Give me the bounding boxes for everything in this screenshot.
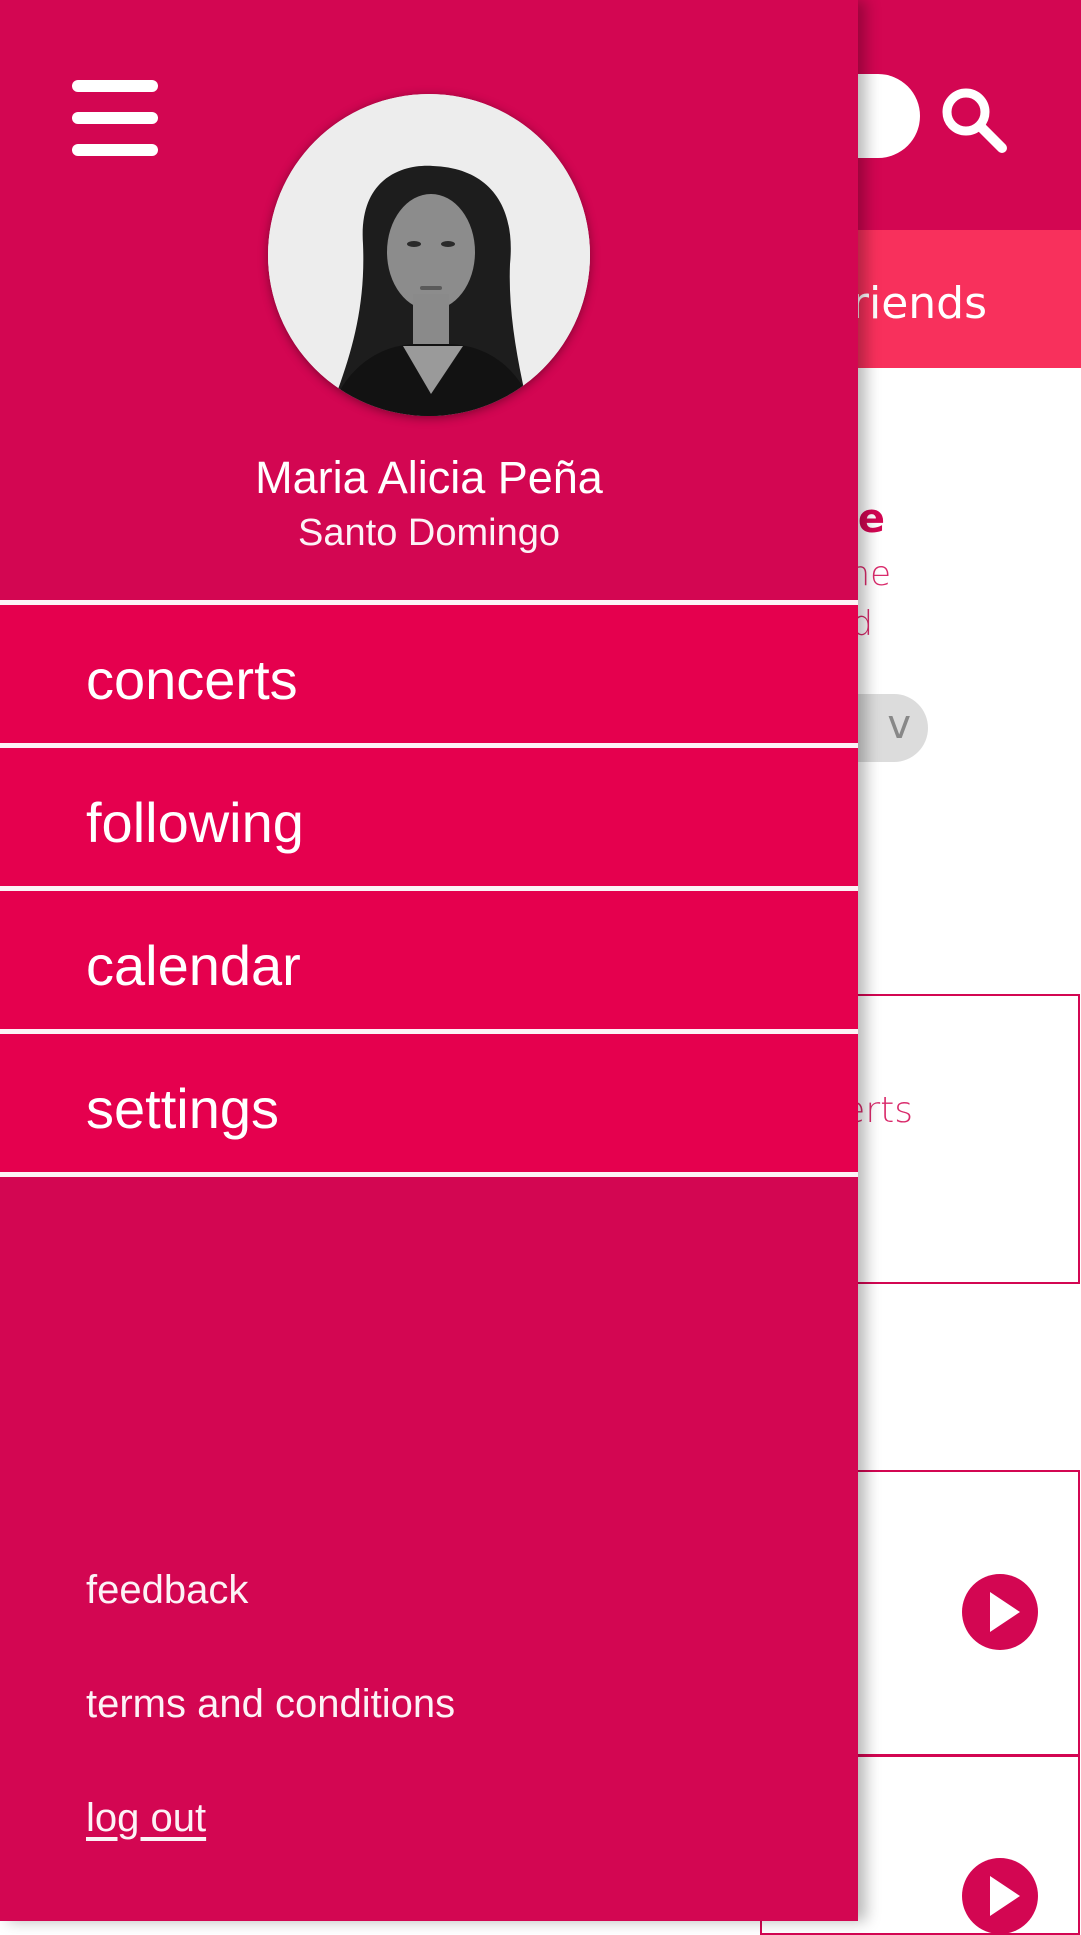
avatar[interactable] (268, 94, 590, 416)
feedback-link[interactable]: feedback (86, 1568, 248, 1613)
profile-name: Maria Alicia Peña (255, 452, 603, 503)
menu-item-label: calendar (86, 934, 301, 997)
logout-link[interactable]: log out (86, 1796, 206, 1841)
divider (0, 1172, 858, 1177)
play-icon[interactable] (962, 1858, 1038, 1934)
tab-friends[interactable]: riends (851, 278, 987, 329)
profile-location: Santo Domingo (298, 512, 560, 554)
menu-item-following[interactable]: following (0, 748, 858, 886)
menu-item-label: settings (86, 1077, 279, 1140)
menu-item-label: following (86, 791, 304, 854)
drawer-menu: concerts following calendar settings (0, 600, 858, 1177)
menu-item-calendar[interactable]: calendar (0, 891, 858, 1029)
menu-item-label: concerts (86, 648, 298, 711)
hamburger-menu-icon[interactable] (72, 80, 158, 156)
terms-link[interactable]: terms and conditions (86, 1682, 455, 1727)
search-icon[interactable] (938, 84, 1010, 156)
menu-item-settings[interactable]: settings (0, 1034, 858, 1172)
navigation-drawer: Maria Alicia Peña Santo Domingo concerts… (0, 0, 858, 1921)
card-title: e (857, 496, 885, 542)
menu-item-concerts[interactable]: concerts (0, 605, 858, 743)
play-icon[interactable] (962, 1574, 1038, 1650)
avatar-photo (268, 94, 590, 416)
follow-button-label: v (887, 702, 911, 748)
